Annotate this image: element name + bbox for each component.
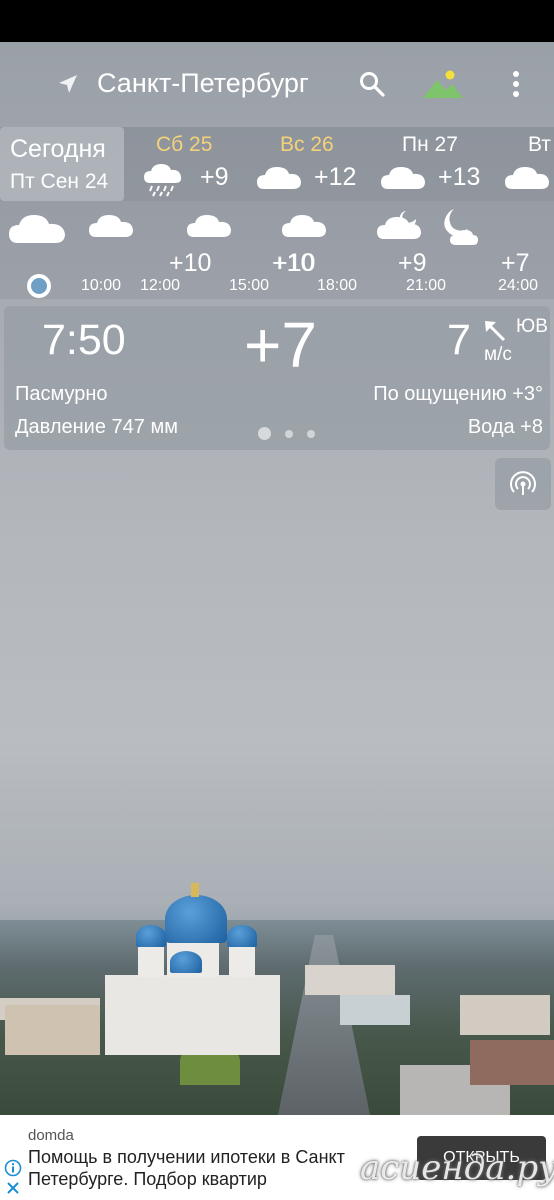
hour-forecast[interactable]: +10 18:00: [273, 201, 371, 299]
day-forecast[interactable]: Пн 27 +13: [380, 127, 490, 201]
page-indicator: [258, 425, 329, 443]
cloud-icon: [257, 167, 301, 189]
night-cloud-icon: [377, 211, 421, 239]
navigation-arrow-icon[interactable]: [56, 72, 80, 96]
hour-time: 18:00: [317, 277, 358, 294]
day-forecast[interactable]: Вт: [502, 127, 554, 201]
hour-time: 15:00: [229, 277, 270, 294]
cloud-icon: [89, 215, 133, 237]
radar-button[interactable]: [495, 458, 551, 510]
day-temp: +9: [200, 163, 229, 191]
ad-text[interactable]: Помощь в получении ипотеки в Санкт Петер…: [28, 1146, 408, 1190]
current-time-marker: [27, 274, 51, 298]
cloud-icon: [9, 215, 65, 243]
wind-unit: м/с: [484, 344, 512, 365]
wind-direction: ЮВ: [516, 316, 548, 337]
wind-speed: 7: [447, 316, 471, 364]
ad-advertiser: domda: [28, 1127, 74, 1144]
current-time: 7:50: [42, 316, 126, 364]
hourly-forecast-strip: 10:00 +10 12:00 +10 15:00 +10 18:00 +9 2…: [0, 201, 554, 299]
wind-direction-arrow-icon: [485, 321, 506, 342]
city-title[interactable]: Санкт-Петербург: [97, 68, 309, 99]
day-temp: +12: [314, 163, 357, 191]
water-temperature: Вода +8: [467, 416, 543, 438]
watermark: асиенда.ру: [360, 1148, 554, 1188]
search-icon[interactable]: [358, 70, 386, 98]
feels-like: По ощущению +3°: [373, 383, 543, 405]
info-icon[interactable]: [4, 1159, 22, 1177]
app-header: Санкт-Петербург: [0, 42, 554, 128]
moon-cloud-icon: [444, 209, 478, 245]
day-forecast[interactable]: Вс 26 +12: [256, 127, 366, 201]
day-name: Вс 26: [280, 133, 334, 156]
today-label: Сегодня: [10, 135, 106, 163]
day-forecast[interactable]: Сб 25 +9: [140, 127, 250, 201]
more-options-icon[interactable]: [503, 70, 529, 98]
hour-time: 12:00: [140, 277, 181, 294]
cloud-icon: [187, 215, 231, 237]
hour-time: 24:00: [498, 277, 539, 294]
current-temperature: +7: [244, 309, 317, 381]
close-icon[interactable]: [6, 1181, 20, 1195]
current-weather-card[interactable]: 7:50 +7 7 ЮВ м/с Пасмурно По ощущению +3…: [4, 306, 550, 450]
hour-forecast[interactable]: +7 24:00: [440, 201, 554, 299]
daily-forecast-strip: Сегодня Пт Сен 24 Сб 25 +9 Вс 26 +12 Пн …: [0, 127, 554, 201]
hour-temp: +10: [273, 249, 316, 277]
hour-temp: +9: [398, 249, 427, 277]
day-temp: +13: [438, 163, 481, 191]
pressure: Давление 747 мм: [15, 416, 178, 438]
day-name: Сб 25: [156, 133, 213, 156]
day-name: Вт: [528, 133, 551, 156]
landscape-icon[interactable]: [421, 68, 465, 100]
hour-temp: +7: [501, 249, 530, 277]
broadcast-icon: [510, 471, 536, 495]
weather-condition: Пасмурно: [15, 383, 108, 405]
cathedral: [105, 883, 280, 1055]
status-bar: [0, 0, 554, 42]
hour-forecast[interactable]: +10 15:00: [186, 201, 314, 299]
today-tab[interactable]: Сегодня Пт Сен 24: [0, 127, 124, 201]
hour-forecast[interactable]: +10 12:00: [88, 201, 211, 299]
cloud-icon: [381, 167, 425, 189]
cloud-icon: [505, 167, 549, 189]
day-name: Пн 27: [402, 133, 458, 156]
cloud-icon: [282, 215, 326, 237]
today-date: Пт Сен 24: [10, 170, 109, 193]
rain-cloud-icon: [144, 164, 182, 197]
